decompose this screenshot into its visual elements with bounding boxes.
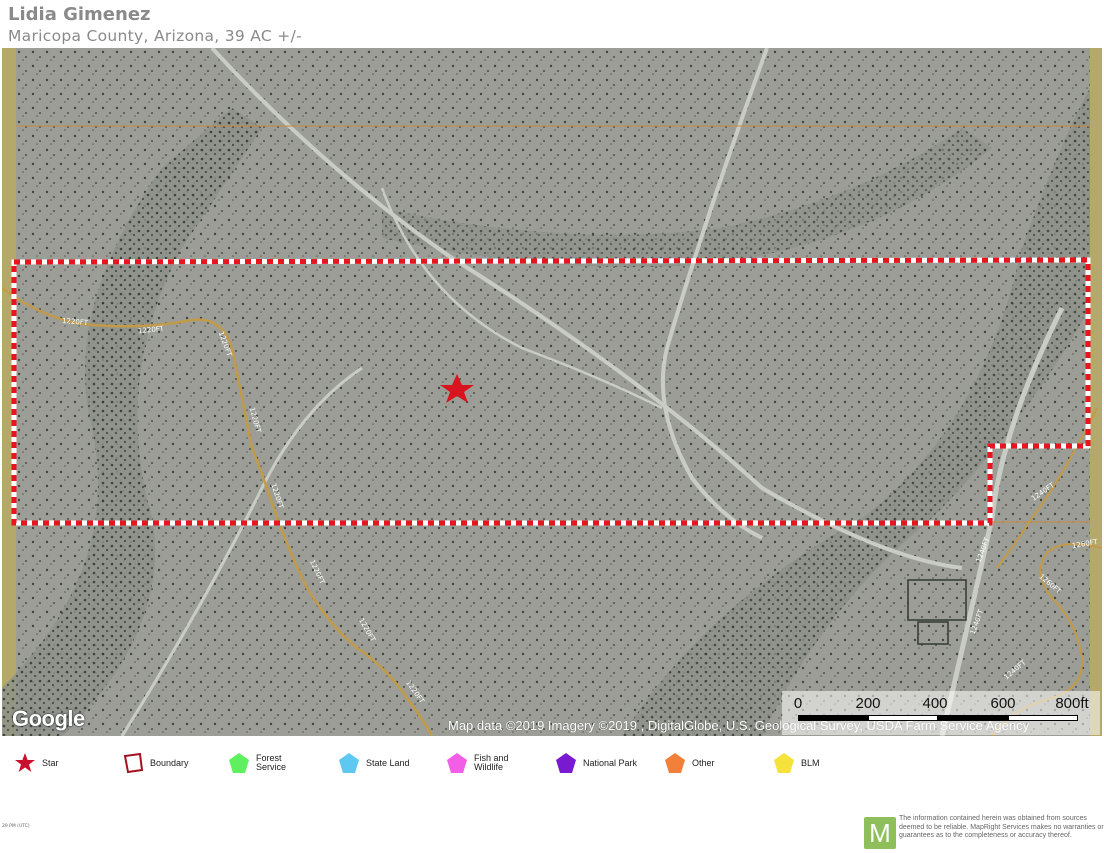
legend-label: Other (692, 757, 715, 768)
scale-bar: 0 200 400 600 800ft (782, 691, 1100, 735)
legend-label: State Land (366, 757, 410, 768)
print-timestamp: 29 PM (UTC) (2, 824, 30, 829)
national-park-icon (556, 753, 576, 773)
mapright-logo: M (864, 817, 896, 849)
scale-label: 0 (793, 695, 803, 712)
map-terrain (2, 48, 1102, 736)
satellite-map[interactable]: 1220FT 1220FT 1220FT 1220FT 1220FT 1220F… (2, 48, 1102, 736)
legend-label: National Park (583, 757, 638, 768)
legend-item-boundary: Boundary (122, 748, 189, 778)
mapright-logo-letter: M (869, 818, 891, 848)
forest-service-icon (229, 753, 249, 773)
disclaimer-text: The information contained herein was obt… (899, 815, 1104, 839)
scale-segment (798, 715, 868, 721)
legend-label: Fish and Wildlife (474, 753, 509, 772)
boundary-icon (123, 752, 144, 774)
scale-label: 200 (855, 695, 881, 712)
scale-segment (1008, 715, 1078, 721)
blm-icon (774, 753, 794, 773)
legend-item-blm: BLM (773, 748, 820, 778)
star-icon (15, 753, 35, 772)
scale-label: 400 (922, 695, 948, 712)
map-legend: Star Boundary Forest Service State Land … (0, 748, 1104, 784)
legend-item-forest-service: Forest Service (228, 748, 300, 778)
legend-label: Forest Service (256, 753, 287, 772)
legend-label: Star (42, 757, 59, 768)
property-location: Maricopa County, Arizona, 39 AC +/- (8, 27, 302, 45)
legend-label: Boundary (150, 757, 189, 768)
google-logo: Google (12, 706, 85, 731)
state-land-icon (339, 753, 359, 773)
scale-label: 600 (990, 695, 1016, 712)
legend-item-star: Star (14, 748, 59, 778)
owner-name: Lidia Gimenez (8, 4, 151, 25)
legend-item-national-park: National Park (555, 748, 637, 778)
legend-item-state-land: State Land (338, 748, 410, 778)
scale-segment (868, 715, 938, 721)
map-header: Lidia Gimenez Maricopa County, Arizona, … (8, 4, 302, 46)
scale-segment (938, 715, 1008, 721)
scale-label: 800ft (1055, 695, 1089, 712)
other-icon (665, 753, 685, 773)
legend-item-other: Other (664, 748, 715, 778)
fish-wildlife-icon (447, 753, 467, 773)
legend-label: BLM (801, 757, 820, 768)
legend-item-fish-wildlife: Fish and Wildlife (446, 748, 518, 778)
